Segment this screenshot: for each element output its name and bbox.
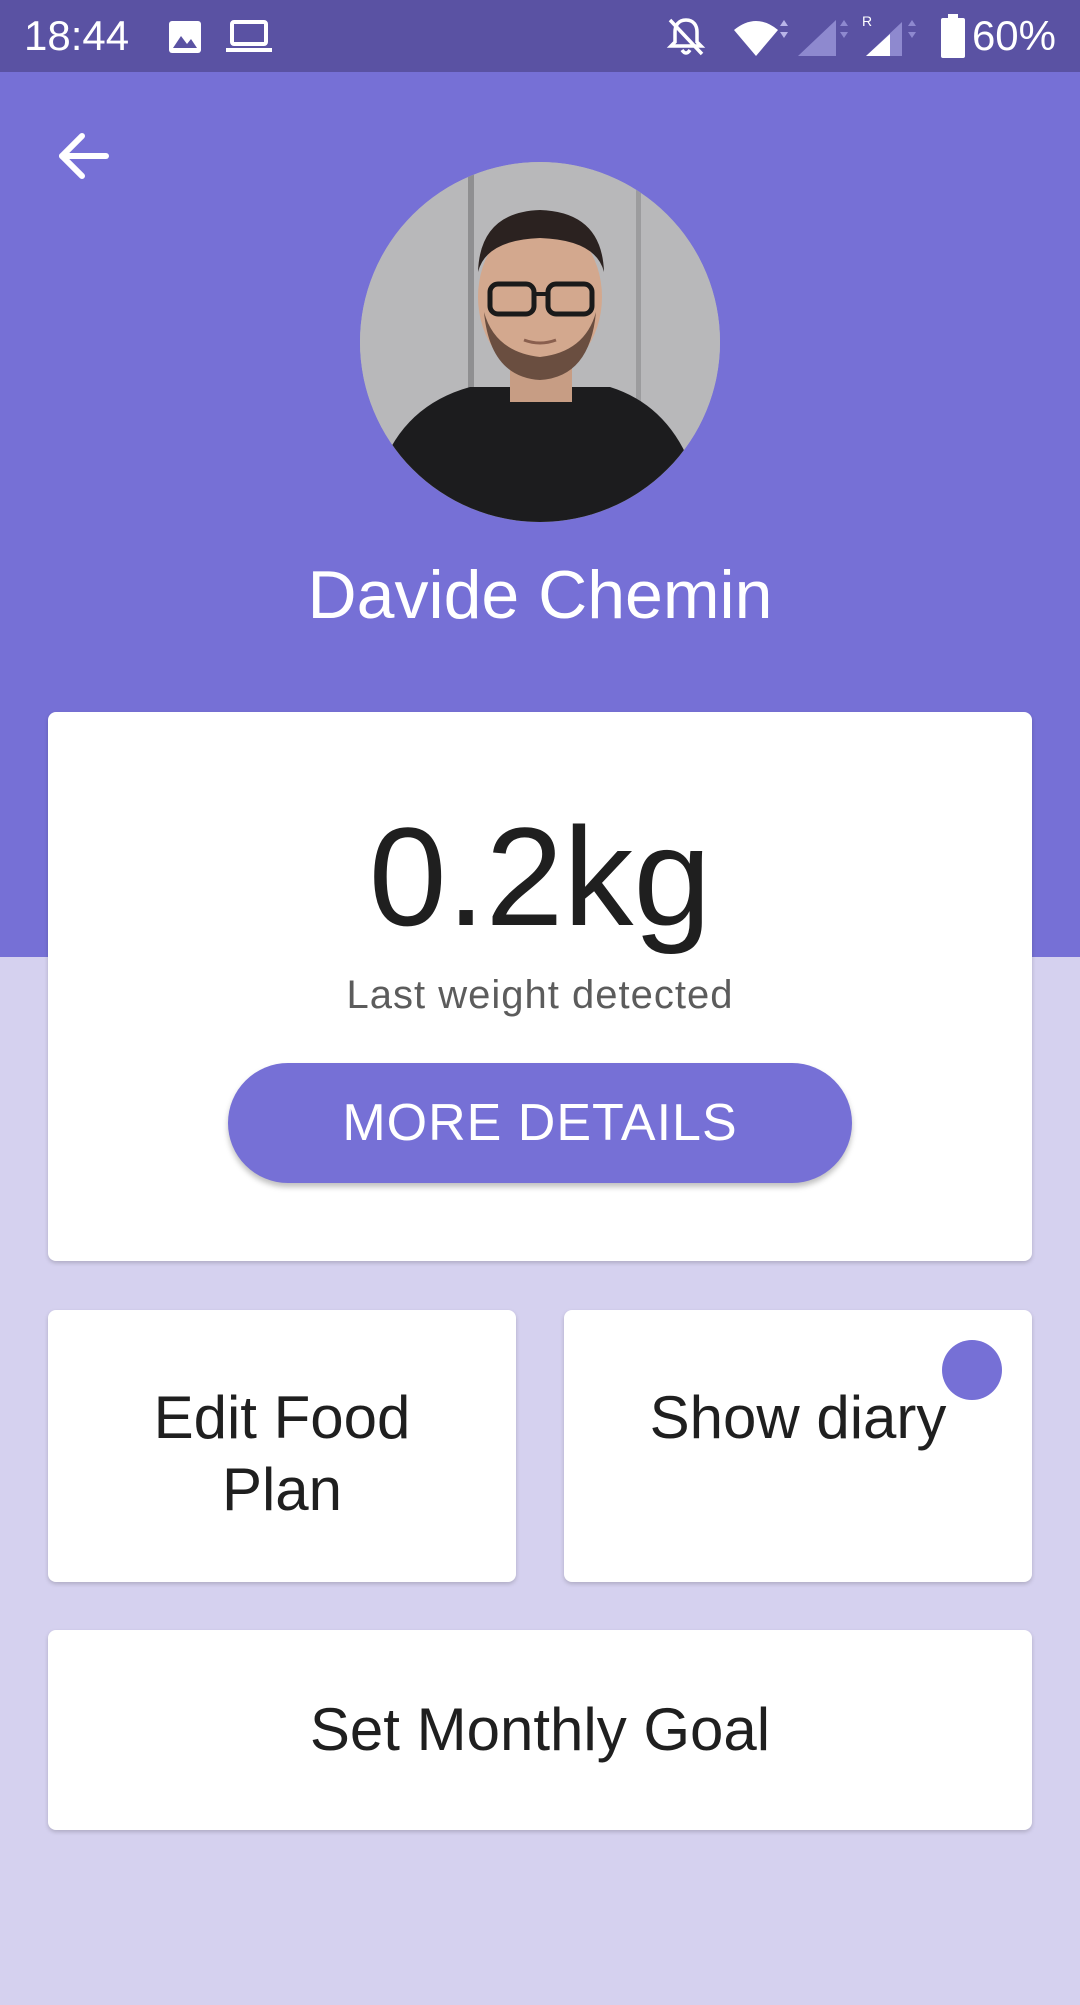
- back-button[interactable]: [48, 120, 120, 192]
- status-bar: 18:44 R 60%: [0, 0, 1080, 72]
- profile-screen: 18:44 R 60% Davide Chemin 0.2kg Last wei…: [0, 0, 1080, 2005]
- last-weight-value: 0.2kg: [368, 798, 712, 955]
- signal-roaming-icon: R: [862, 13, 916, 56]
- notifications-off-icon: [666, 18, 706, 56]
- edit-food-plan-button[interactable]: Edit Food Plan: [48, 1310, 516, 1582]
- edit-food-plan-label-line2: Plan: [221, 1456, 343, 1523]
- signal-icon: [798, 20, 848, 56]
- edit-food-plan-label: Edit Food Plan: [154, 1382, 411, 1526]
- last-weight-caption: Last weight detected: [346, 973, 734, 1017]
- image-icon: [169, 21, 201, 53]
- diary-notification-dot: [942, 1340, 1002, 1400]
- svg-text:R: R: [862, 13, 872, 29]
- set-monthly-goal-label: Set Monthly Goal: [309, 1696, 771, 1763]
- set-monthly-goal-button[interactable]: Set Monthly Goal: [48, 1630, 1032, 1830]
- laptop-icon: [226, 20, 272, 52]
- show-diary-button[interactable]: Show diary: [564, 1310, 1032, 1582]
- status-time: 18:44: [24, 12, 130, 59]
- wifi-icon: [734, 20, 788, 56]
- arrow-left-icon: [59, 133, 109, 179]
- battery-percent: 60%: [971, 12, 1056, 59]
- avatar: [360, 162, 720, 522]
- weight-card: 0.2kg Last weight detected MORE DETAILS: [48, 712, 1032, 1261]
- battery-icon: [941, 14, 965, 58]
- profile-name: Davide Chemin: [307, 557, 773, 633]
- edit-food-plan-label-line1: Edit Food: [153, 1384, 411, 1451]
- more-details-button[interactable]: MORE DETAILS: [228, 1063, 852, 1183]
- show-diary-label: Show diary: [649, 1384, 947, 1451]
